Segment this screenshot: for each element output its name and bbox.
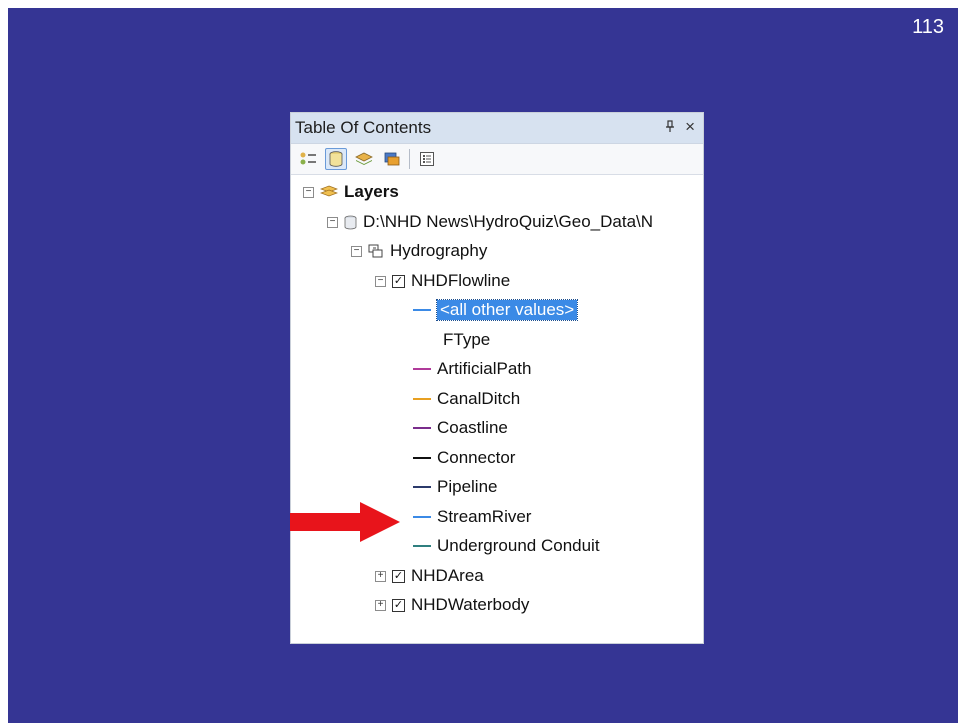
symbol-field-name: FType bbox=[443, 327, 490, 353]
tree-item-label: CanalDitch bbox=[437, 389, 521, 408]
tree-item-label: NHDFlowline bbox=[411, 271, 511, 290]
pin-icon[interactable] bbox=[665, 120, 675, 136]
slide-number: 113 bbox=[912, 16, 944, 38]
tree-item-nhdwaterbody[interactable]: + ✓ NHDWaterbody bbox=[375, 592, 529, 618]
symbol-value-item[interactable]: Coastline bbox=[413, 415, 508, 441]
symbol-value-item[interactable]: Connector bbox=[413, 445, 515, 471]
list-by-visibility-button[interactable] bbox=[353, 148, 375, 170]
line-symbol-swatch bbox=[413, 308, 431, 312]
table-of-contents-panel: Table Of Contents × − Layers − D:\NHD Ne… bbox=[290, 112, 704, 644]
layer-visibility-checkbox[interactable]: ✓ bbox=[392, 274, 405, 288]
tree-item-label: Underground Conduit bbox=[437, 536, 600, 555]
collapse-icon[interactable]: − bbox=[303, 186, 314, 198]
close-icon[interactable]: × bbox=[685, 117, 695, 137]
tree-item-label: StreamRiver bbox=[437, 507, 532, 526]
tree-item-label: Layers bbox=[344, 182, 399, 201]
symbol-value-item[interactable]: Pipeline bbox=[413, 474, 498, 500]
field-label: FType bbox=[443, 330, 491, 349]
layer-visibility-checkbox[interactable]: ✓ bbox=[392, 598, 405, 612]
tree-item-label: Hydrography bbox=[390, 241, 488, 260]
list-by-source-button[interactable] bbox=[325, 148, 347, 170]
symbol-value-item[interactable]: Underground Conduit bbox=[413, 533, 600, 559]
collapse-icon[interactable]: − bbox=[327, 216, 338, 228]
list-by-selection-button[interactable] bbox=[381, 148, 403, 170]
symbol-all-other-values[interactable]: <all other values> bbox=[413, 297, 579, 323]
tree-item-nhdflowline[interactable]: − ✓ NHDFlowline bbox=[375, 268, 510, 294]
database-icon bbox=[344, 215, 357, 230]
tree-item-label: Connector bbox=[437, 448, 516, 467]
feature-dataset-icon bbox=[368, 244, 384, 259]
symbol-value-item[interactable]: CanalDitch bbox=[413, 386, 520, 412]
options-button[interactable] bbox=[416, 148, 438, 170]
expand-icon[interactable]: + bbox=[375, 570, 386, 582]
list-by-drawing-order-button[interactable] bbox=[297, 148, 319, 170]
line-symbol-swatch bbox=[413, 515, 431, 519]
selection-icon bbox=[384, 152, 400, 166]
symbol-value-item[interactable]: StreamRiver bbox=[413, 504, 531, 530]
tree-item-label: NHDArea bbox=[411, 566, 484, 585]
layers-stack-icon bbox=[355, 152, 373, 165]
database-icon bbox=[329, 151, 343, 167]
toc-title-bar: Table Of Contents × bbox=[291, 113, 703, 144]
collapse-icon[interactable]: − bbox=[375, 275, 386, 287]
red-arrow-pointer bbox=[290, 502, 400, 542]
tree-item-label: NHDWaterbody bbox=[411, 595, 530, 614]
line-symbol-swatch bbox=[413, 397, 431, 401]
list-options-icon bbox=[420, 152, 434, 166]
line-symbol-swatch bbox=[413, 456, 431, 460]
tree-item-label: D:\NHD News\HydroQuiz\Geo_Data\N bbox=[363, 212, 654, 231]
collapse-icon[interactable]: − bbox=[351, 245, 362, 257]
line-symbol-swatch bbox=[413, 367, 431, 371]
layer-visibility-checkbox[interactable]: ✓ bbox=[392, 569, 405, 583]
toc-toolbar bbox=[291, 144, 703, 175]
line-symbol-swatch bbox=[413, 485, 431, 489]
drawing-order-icon bbox=[300, 152, 316, 165]
tree-item-hydrography[interactable]: − Hydrography bbox=[351, 238, 487, 264]
tree-item-layers[interactable]: − Layers bbox=[303, 179, 399, 205]
tree-item-label: Coastline bbox=[437, 418, 508, 437]
toc-title: Table Of Contents bbox=[295, 118, 432, 137]
arrow-shape bbox=[290, 502, 400, 542]
line-symbol-swatch bbox=[413, 426, 431, 430]
line-symbol-swatch bbox=[413, 544, 431, 548]
layers-icon bbox=[320, 185, 338, 199]
tree-item-nhdarea[interactable]: + ✓ NHDArea bbox=[375, 563, 484, 589]
symbol-value-item[interactable]: ArtificialPath bbox=[413, 356, 531, 382]
expand-icon[interactable]: + bbox=[375, 599, 386, 611]
tree-item-label: Pipeline bbox=[437, 477, 498, 496]
tree-item-label: ArtificialPath bbox=[437, 359, 532, 378]
toolbar-separator bbox=[409, 149, 410, 169]
slide: 113 Table Of Contents × − Layers − D:\NH… bbox=[8, 8, 958, 723]
tree-item-label: <all other values> bbox=[435, 299, 579, 321]
tree-item-data-source[interactable]: − D:\NHD News\HydroQuiz\Geo_Data\N bbox=[327, 209, 653, 235]
